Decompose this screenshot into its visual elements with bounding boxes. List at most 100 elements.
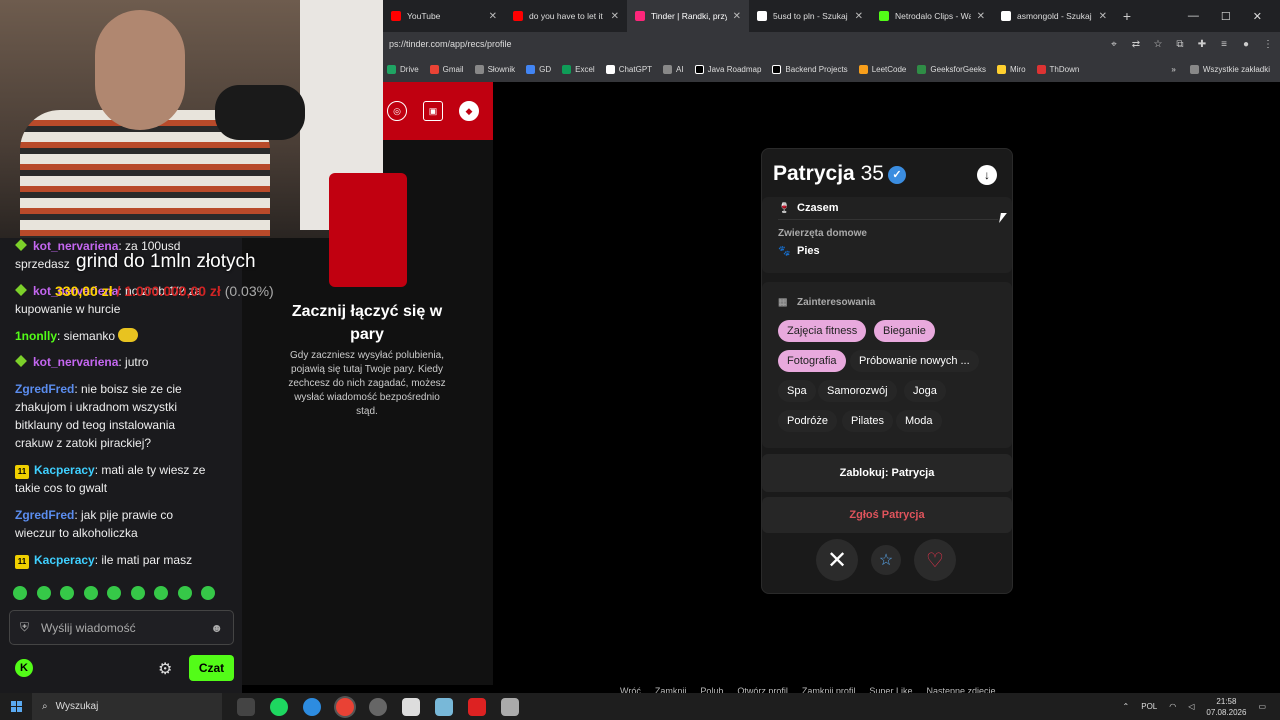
interest-chip: Zajęcia fitness	[778, 320, 867, 342]
close-tab-icon[interactable]: ✕	[489, 11, 497, 22]
bookmark-excel[interactable]: Excel	[562, 64, 595, 74]
bookmark-chatgpt[interactable]: ChatGPT	[605, 64, 652, 74]
media-icon[interactable]: ≡	[1218, 38, 1230, 50]
tab-bar: YouTube✕ do you have to let it l...✕ Tin…	[383, 0, 1280, 32]
chevron-up-icon[interactable]: ⌃	[1123, 702, 1130, 711]
interests-heading: ▦ Zainteresowania	[778, 297, 876, 308]
app-icon[interactable]	[435, 697, 453, 716]
collapse-profile-button[interactable]: ↓	[977, 165, 997, 185]
close-tab-icon[interactable]: ✕	[733, 11, 741, 22]
taskbar-clock[interactable]: 21:58 07.08.2026	[1206, 696, 1246, 718]
bookmark-thdown[interactable]: ThDown	[1036, 64, 1079, 74]
chat-message-input[interactable]: ⛨ Wyślij wiadomość ☻	[9, 610, 234, 645]
minimize-icon[interactable]: —	[1188, 10, 1199, 23]
location-icon[interactable]: ⌖	[1108, 38, 1120, 50]
menu-icon[interactable]: ⋮	[1262, 38, 1274, 50]
new-tab-button[interactable]: +	[1115, 8, 1139, 24]
app-icon[interactable]	[402, 697, 420, 716]
like-button[interactable]: ♡	[914, 539, 956, 581]
tab-tinder[interactable]: Tinder | Randki, przyja...✕	[627, 0, 749, 32]
emote-icon[interactable]	[107, 586, 121, 600]
start-button[interactable]	[0, 693, 32, 720]
taskbar-search[interactable]: ⌕ Wyszukaj	[32, 693, 222, 720]
windows-taskbar: ⌕ Wyszukaj ⌃ POL ◠ ◁ 21:58 07.08.2026 ▭	[0, 693, 1280, 720]
gem-badge-icon	[15, 284, 27, 296]
emote-icon[interactable]	[201, 586, 215, 600]
heart-icon: ♡	[926, 549, 944, 572]
bookmark-star-icon[interactable]: ☆	[1152, 38, 1164, 50]
emote-icon[interactable]	[60, 586, 74, 600]
task-view-icon[interactable]	[237, 697, 255, 716]
app-icon[interactable]	[468, 697, 486, 716]
gear-icon[interactable]: ⚙	[158, 659, 172, 679]
profile-icon[interactable]: ●	[1240, 38, 1252, 50]
chat-message: 1nonlly: siemanko	[15, 327, 215, 345]
puzzle-icon[interactable]: ✚	[1196, 38, 1208, 50]
bookmark-geeksforgeeks[interactable]: GeeksforGeeks	[917, 64, 986, 74]
gem-badge-icon	[15, 239, 27, 251]
edge-icon[interactable]	[303, 697, 321, 716]
drink-icon: 🍷	[778, 203, 791, 214]
close-tab-icon[interactable]: ✕	[611, 11, 619, 22]
spotify-icon[interactable]	[270, 697, 288, 716]
shield-icon[interactable]: ◆	[459, 101, 479, 121]
block-user-button[interactable]: Zablokuj: Patrycja	[762, 454, 1012, 492]
bookmark-drive[interactable]: Drive	[387, 64, 419, 74]
volume-icon[interactable]: ◁	[1188, 702, 1194, 711]
extension-icon[interactable]: ⧉	[1174, 38, 1186, 50]
report-user-button[interactable]: Zgłoś Patrycja	[762, 497, 1012, 533]
tab-youtube-video[interactable]: do you have to let it l...✕	[505, 0, 627, 32]
close-window-icon[interactable]: ✕	[1253, 10, 1262, 23]
chrome-icon[interactable]	[336, 697, 354, 716]
emote-icon[interactable]	[84, 586, 98, 600]
bookmark-java-roadmap[interactable]: Java Roadmap	[694, 64, 761, 74]
close-tab-icon[interactable]: ✕	[1099, 11, 1107, 22]
notification-icon[interactable]: ▭	[1258, 702, 1266, 711]
window-controls: — ☐ ✕	[1188, 10, 1280, 23]
leetcode-icon	[858, 64, 868, 74]
tab-youtube[interactable]: YouTube ✕	[383, 0, 505, 32]
interest-chip: Fotografia	[778, 350, 846, 372]
nope-button[interactable]: ✕	[816, 539, 858, 581]
emote-icon[interactable]	[131, 586, 145, 600]
interest-chip: Spa	[778, 380, 816, 402]
tab-search-asmongold[interactable]: asmongold - Szukaj w...✕	[993, 0, 1115, 32]
emote-icon[interactable]	[37, 586, 51, 600]
calculator-icon[interactable]	[501, 697, 519, 716]
emote-icon[interactable]	[178, 586, 192, 600]
emote-icon[interactable]	[13, 586, 27, 600]
wifi-icon[interactable]: ◠	[1169, 702, 1176, 711]
matches-empty-title: Zacznij łączyć się w pary	[291, 303, 443, 343]
translate-icon[interactable]: ⇄	[1130, 38, 1142, 50]
url-field[interactable]: ps://tinder.com/app/recs/profile	[389, 39, 1098, 49]
close-tab-icon[interactable]: ✕	[977, 11, 985, 22]
interest-chip: Próbowanie nowych ...	[850, 350, 979, 372]
emote-icon[interactable]	[154, 586, 168, 600]
send-chat-button[interactable]: Czat	[189, 655, 234, 681]
steam-icon[interactable]	[369, 697, 387, 716]
bookmark-backend-projects[interactable]: Backend Projects	[772, 64, 848, 74]
chevron-right-icon[interactable]: »	[1171, 65, 1175, 74]
bookmark-gmail[interactable]: Gmail	[429, 64, 464, 74]
tab-search-usd[interactable]: 5usd to pln - Szukaj w...✕	[749, 0, 871, 32]
briefcase-icon[interactable]: ▣	[423, 101, 443, 121]
super-like-button[interactable]: ☆	[871, 545, 901, 575]
maximize-icon[interactable]: ☐	[1221, 10, 1231, 23]
bookmark-all[interactable]: Wszystkie zakładki	[1189, 64, 1270, 74]
interests-section: ▦ Zainteresowania Zajęcia fitness Biegani…	[762, 282, 1012, 448]
bookmark-miro[interactable]: Miro	[996, 64, 1026, 74]
drinking-row: 🍷 Czasem	[778, 202, 839, 214]
explore-icon[interactable]: ◎	[387, 101, 407, 121]
bookmark-gd[interactable]: GD	[526, 64, 551, 74]
bookmark-slownik[interactable]: Słownik	[474, 64, 515, 74]
match-card-placeholder	[329, 173, 407, 287]
bookmark-leetcode[interactable]: LeetCode	[858, 64, 906, 74]
tab-kick-clips[interactable]: Netrodalo Clips - Wat...✕	[871, 0, 993, 32]
bookmark-ai[interactable]: AI	[663, 64, 684, 74]
close-tab-icon[interactable]: ✕	[855, 11, 863, 22]
profile-card: Patrycja 35 ✓ ↓ 🍷 Czasem Zwierzęta domowe …	[761, 148, 1013, 594]
taskbar-language[interactable]: POL	[1141, 702, 1157, 711]
emoji-icon[interactable]: ☻	[210, 621, 223, 635]
gem-badge-icon	[15, 355, 27, 367]
interest-chip: Joga	[904, 380, 946, 402]
